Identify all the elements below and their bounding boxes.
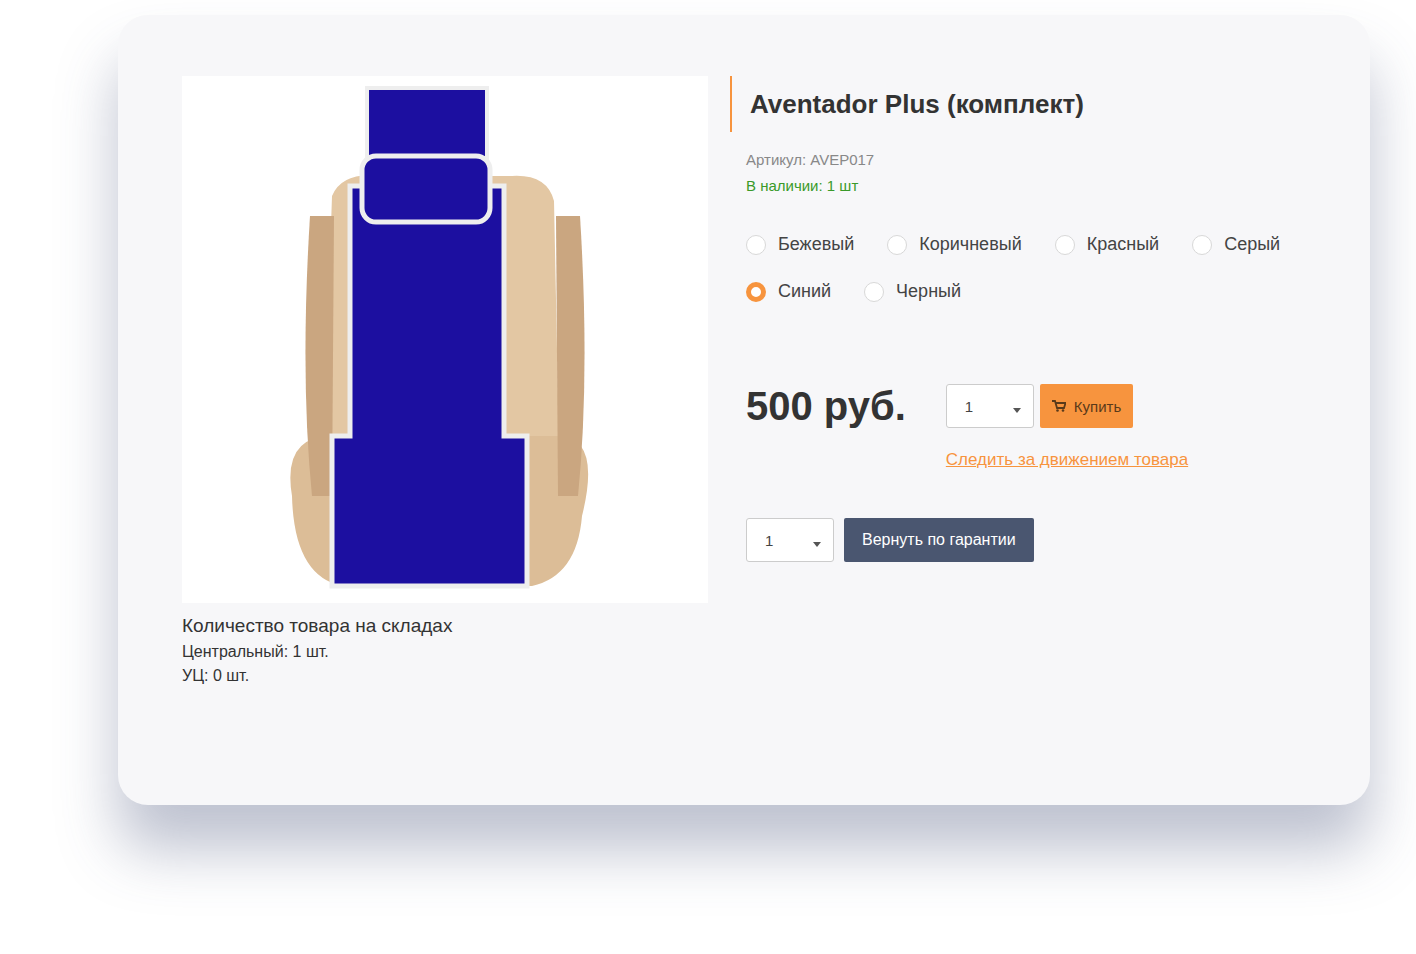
color-label: Коричневый [919, 234, 1021, 255]
radio-icon[interactable] [746, 235, 766, 255]
dropdown-arrow-icon [813, 542, 821, 547]
buy-controls: 1 Купить Следить за движением товара [946, 384, 1188, 470]
radio-icon[interactable] [1055, 235, 1075, 255]
color-option[interactable]: Коричневый [887, 234, 1021, 255]
color-label: Черный [896, 281, 961, 302]
right-column: Aventador Plus (комплект) Артикул: AVEP01… [730, 76, 1330, 805]
color-label: Красный [1087, 234, 1159, 255]
stock-title: Количество товара на складах [182, 615, 708, 637]
color-option[interactable]: Бежевый [746, 234, 854, 255]
radio-icon[interactable] [1192, 235, 1212, 255]
product-title: Aventador Plus (комплект) [730, 76, 1330, 132]
radio-icon[interactable] [887, 235, 907, 255]
radio-icon[interactable] [864, 282, 884, 302]
seat-cover-icon [182, 76, 708, 603]
buy-row: 500 руб. 1 Купить Следить за движением това… [746, 384, 1330, 470]
color-label: Серый [1224, 234, 1280, 255]
quantity-select[interactable]: 1 [946, 384, 1034, 428]
availability: В наличии: 1 шт [746, 177, 1330, 194]
page: Количество товара на складах Центральный:… [0, 0, 1416, 954]
color-option[interactable]: Красный [1055, 234, 1159, 255]
radio-icon[interactable] [746, 282, 766, 302]
dropdown-arrow-icon [1013, 408, 1021, 413]
product-card: Количество товара на складах Центральный:… [118, 15, 1370, 805]
left-column: Количество товара на складах Центральный:… [182, 76, 708, 805]
quantity-value: 1 [765, 532, 773, 549]
stock-row: УЦ: 0 шт. [182, 667, 708, 685]
sku: Артикул: AVEP017 [746, 151, 1330, 168]
cart-icon [1052, 400, 1066, 412]
price: 500 руб. [746, 384, 906, 428]
color-option[interactable]: Синий [746, 281, 831, 302]
color-options: Бежевый Коричневый Красный Серый Синий Черный [746, 234, 1316, 302]
buy-button[interactable]: Купить [1040, 384, 1133, 428]
stock-row: Центральный: 1 шт. [182, 643, 708, 661]
track-link[interactable]: Следить за движением товара [946, 450, 1188, 470]
color-label: Бежевый [778, 234, 854, 255]
color-option[interactable]: Черный [864, 281, 961, 302]
product-image [182, 76, 708, 603]
warranty-row: 1 Вернуть по гарантии [746, 518, 1330, 562]
color-option[interactable]: Серый [1192, 234, 1280, 255]
warranty-button[interactable]: Вернуть по гарантии [844, 518, 1034, 562]
quantity-value: 1 [965, 398, 973, 415]
warranty-quantity-select[interactable]: 1 [746, 518, 834, 562]
color-label: Синий [778, 281, 831, 302]
